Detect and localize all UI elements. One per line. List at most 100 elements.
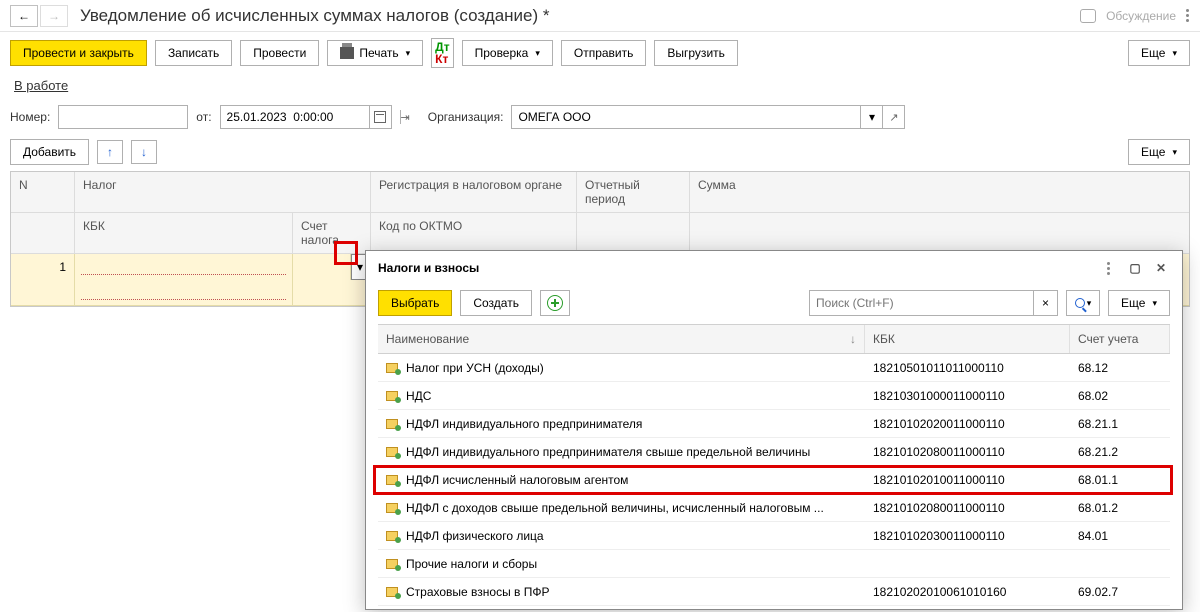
date-link-button[interactable]: ⇥ — [400, 110, 410, 124]
row-acc: 69.02.7 — [1078, 585, 1118, 599]
item-icon — [386, 475, 398, 485]
row-acc: 84.01 — [1078, 529, 1108, 543]
popup-col-acc[interactable]: Счет учета — [1070, 325, 1170, 353]
row-acc: 68.21.2 — [1078, 445, 1118, 459]
col-tax: Налог — [75, 172, 371, 212]
calendar-button[interactable] — [370, 105, 392, 129]
tax-list-row[interactable]: Налог при УСН (доходы) 182105010110110001… — [378, 354, 1170, 382]
export-button[interactable]: Выгрузить — [654, 40, 738, 66]
org-input[interactable] — [511, 105, 861, 129]
row-kbk: 18210102020011000110 — [873, 417, 1005, 431]
row-kbk: 18210102080011000110 — [873, 445, 1005, 459]
move-down-button[interactable]: ↓ — [131, 140, 157, 164]
popup-maximize-button[interactable]: ▢ — [1126, 259, 1144, 277]
tax-list-row[interactable]: НДФЛ индивидуального предпринимателя 1821… — [378, 410, 1170, 438]
check-button[interactable]: Проверка▾ — [462, 40, 553, 66]
search-input[interactable] — [809, 290, 1034, 316]
number-input[interactable] — [58, 105, 188, 129]
row-kbk: 18210102080011000110 — [873, 501, 1005, 515]
item-icon — [386, 419, 398, 429]
tax-list-row[interactable]: НДФЛ физического лица 1821010203001100011… — [378, 522, 1170, 550]
more-menu-icon[interactable] — [1186, 9, 1190, 22]
org-open-button[interactable]: ↗ — [883, 105, 905, 129]
popup-col-name[interactable]: Наименование↓ — [378, 325, 865, 353]
nav-forward[interactable]: → — [40, 5, 68, 27]
number-label: Номер: — [10, 110, 50, 124]
row-acc: 68.21.1 — [1078, 417, 1118, 431]
item-icon — [386, 391, 398, 401]
col-sum: Сумма — [690, 172, 1170, 212]
tax-list-row[interactable]: НДФЛ с доходов свыше предельной величины… — [378, 494, 1170, 522]
item-icon — [386, 363, 398, 373]
col-n: N — [11, 172, 75, 212]
item-icon — [386, 531, 398, 541]
item-icon — [386, 447, 398, 457]
search-clear-button[interactable]: × — [1034, 290, 1058, 316]
tax-picker-popup: Налоги и взносы ▢ ✕ Выбрать Создать × ▾ … — [365, 250, 1183, 610]
tax-list-row[interactable]: НДФЛ исчисленный налоговым агентом 182101… — [378, 466, 1170, 494]
date-input[interactable] — [220, 105, 370, 129]
add-row-button[interactable]: Добавить — [10, 139, 89, 165]
create-button[interactable]: Создать — [460, 290, 532, 316]
row-kbk: 18210301000011000110 — [873, 389, 1005, 403]
dtkt-button[interactable]: ДтКт — [431, 38, 453, 68]
popup-close-button[interactable]: ✕ — [1152, 259, 1170, 277]
row-acc: 68.02 — [1078, 389, 1108, 403]
col-oktmo: Код по ОКТМО — [371, 213, 577, 253]
row-name: Прочие налоги и сборы — [406, 557, 537, 571]
row-kbk: 18210501011011000110 — [873, 361, 1004, 375]
tax-list-row[interactable]: НДС 18210301000011000110 68.02 — [378, 382, 1170, 410]
item-icon — [386, 559, 398, 569]
tax-list-row[interactable]: Прочие налоги и сборы — [378, 550, 1170, 578]
tax-list-row[interactable]: Страховые взносы в ПФР 182102020100610101… — [378, 578, 1170, 606]
page-title: Уведомление об исчисленных суммах налого… — [80, 6, 549, 26]
item-icon — [386, 587, 398, 597]
row-name: НДФЛ индивидуального предпринимателя свы… — [406, 445, 810, 459]
send-button[interactable]: Отправить — [561, 40, 647, 66]
from-label: от: — [196, 110, 211, 124]
row-name: Страховые взносы в ПФР — [406, 585, 550, 599]
status-link[interactable]: В работе — [14, 78, 68, 93]
row-kbk: 18210202010061010160 — [873, 585, 1006, 599]
cell-kbk[interactable] — [75, 280, 293, 305]
write-button[interactable]: Записать — [155, 40, 232, 66]
row-num: 1 — [11, 254, 75, 280]
calendar-icon — [374, 111, 386, 123]
popup-title: Налоги и взносы — [378, 261, 479, 275]
move-up-button[interactable]: ↑ — [97, 140, 123, 164]
cell-tax[interactable] — [75, 254, 293, 280]
select-button[interactable]: Выбрать — [378, 290, 452, 316]
popup-menu-icon[interactable] — [1100, 259, 1118, 277]
print-button[interactable]: Печать▾ — [327, 40, 423, 66]
col-tax-acc: Счет налога — [293, 213, 371, 253]
plus-icon — [547, 295, 563, 311]
discussion-label[interactable]: Обсуждение — [1106, 9, 1176, 23]
row-name: Налог при УСН (доходы) — [406, 361, 544, 375]
more-button[interactable]: Еще▾ — [1128, 40, 1190, 66]
popup-col-kbk[interactable]: КБК — [865, 325, 1070, 353]
row-name: НДС — [406, 389, 431, 403]
row-acc: 68.12 — [1078, 361, 1108, 375]
item-icon — [386, 503, 398, 513]
row-kbk: 18210102010011000110 — [873, 473, 1005, 487]
search-button[interactable]: ▾ — [1066, 290, 1100, 316]
grid-more-button[interactable]: Еще▾ — [1128, 139, 1190, 165]
org-label: Организация: — [428, 110, 504, 124]
row-kbk: 18210102030011000110 — [873, 529, 1005, 543]
col-reg: Регистрация в налоговом органе — [371, 172, 577, 212]
post-and-close-button[interactable]: Провести и закрыть — [10, 40, 147, 66]
search-icon — [1075, 298, 1085, 308]
org-dropdown-button[interactable]: ▾ — [861, 105, 883, 129]
nav-back[interactable]: ← — [10, 5, 38, 27]
popup-more-button[interactable]: Еще▾ — [1108, 290, 1170, 316]
col-period: Отчетный период — [577, 172, 690, 212]
tax-list-row[interactable]: НДФЛ индивидуального предпринимателя свы… — [378, 438, 1170, 466]
create-group-button[interactable] — [540, 290, 570, 316]
post-button[interactable]: Провести — [240, 40, 319, 66]
row-name: НДФЛ физического лица — [406, 529, 544, 543]
row-name: НДФЛ исчисленный налоговым агентом — [406, 473, 628, 487]
row-acc: 68.01.1 — [1078, 473, 1118, 487]
printer-icon — [340, 47, 354, 59]
chat-icon — [1080, 9, 1096, 23]
row-name: НДФЛ индивидуального предпринимателя — [406, 417, 642, 431]
